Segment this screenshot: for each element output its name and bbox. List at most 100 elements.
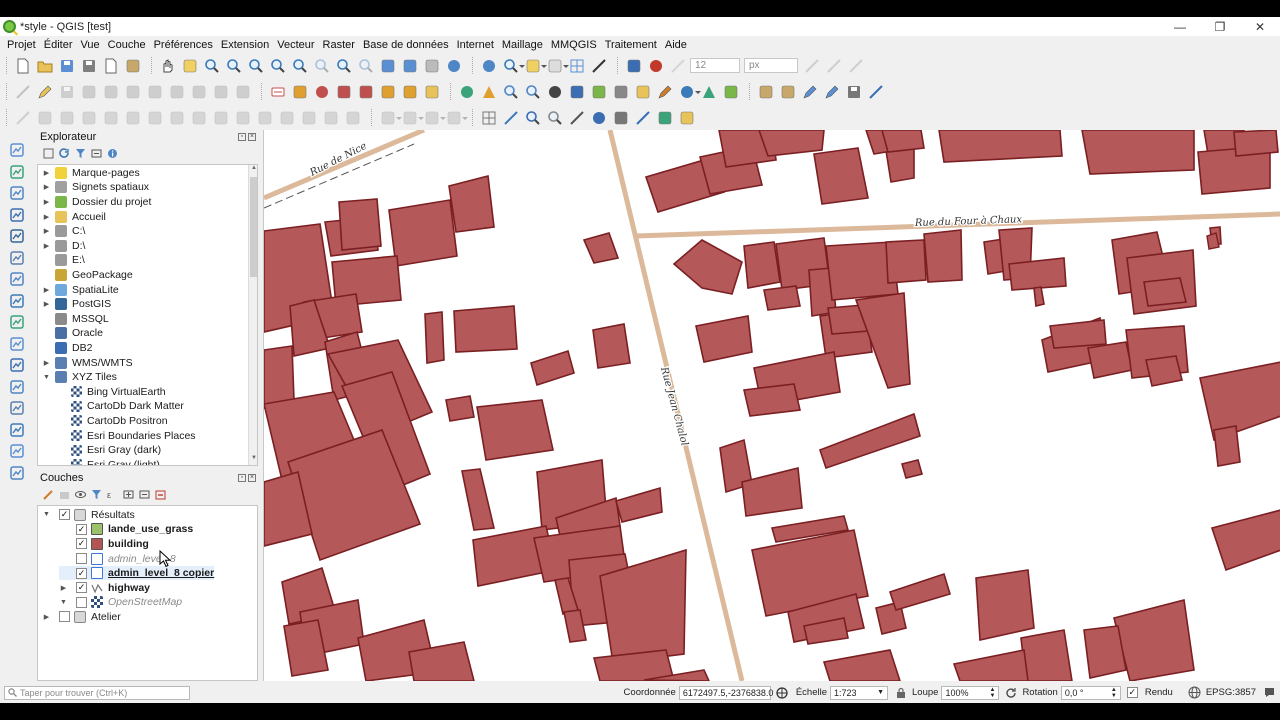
remove-layer-icon[interactable] xyxy=(154,488,167,501)
add-raster-layer-button[interactable] xyxy=(7,162,27,182)
float-panel-icon[interactable]: ▫ xyxy=(238,474,246,482)
self-snap-button[interactable] xyxy=(846,56,866,76)
save-layer-button[interactable] xyxy=(844,82,864,102)
browser-item[interactable]: ▶ D:\ xyxy=(42,239,85,254)
messages-icon[interactable] xyxy=(1263,686,1276,699)
layer-visibility-checkbox[interactable]: ✓ xyxy=(76,582,87,594)
expand-arrow-icon[interactable] xyxy=(42,270,51,279)
open-project-button[interactable] xyxy=(35,56,55,76)
adv-12-button[interactable] xyxy=(255,108,275,128)
paste-button[interactable] xyxy=(189,82,209,102)
db-manager-button[interactable] xyxy=(611,82,631,102)
temporal-button[interactable] xyxy=(422,56,442,76)
shape-3-button[interactable] xyxy=(422,108,446,128)
expand-arrow-icon[interactable] xyxy=(59,569,68,578)
layer-item[interactable]: ✓ building xyxy=(59,537,149,552)
add-vector-layer-button[interactable] xyxy=(7,140,27,160)
adv-8-button[interactable] xyxy=(167,108,187,128)
menu-extension[interactable]: Extension xyxy=(217,39,273,51)
expand-arrow-icon[interactable] xyxy=(58,431,67,440)
zoom-next-button[interactable] xyxy=(356,56,376,76)
menu-vue[interactable]: Vue xyxy=(77,39,104,51)
locator-bar[interactable]: Taper pour trouver (Ctrl+K) xyxy=(4,685,190,700)
expand-arrow-icon[interactable] xyxy=(58,460,67,465)
new-project-button[interactable] xyxy=(13,56,33,76)
style-manager-button[interactable] xyxy=(123,56,143,76)
filter-legend-icon[interactable] xyxy=(90,488,103,501)
vertex-tool-button[interactable] xyxy=(101,82,121,102)
layer-add-db-button[interactable] xyxy=(756,82,776,102)
redo-button[interactable] xyxy=(233,82,253,102)
tools-button[interactable] xyxy=(567,108,587,128)
zoom-out-button[interactable] xyxy=(224,56,244,76)
magnifier-spinbox[interactable]: 100% ▲ ▼ xyxy=(941,685,1000,700)
lock-scale-icon[interactable] xyxy=(896,687,906,699)
layer-visibility-checkbox[interactable] xyxy=(76,553,87,565)
browser-item[interactable]: ▶ Dossier du projet xyxy=(42,195,151,210)
identify-button[interactable] xyxy=(479,56,499,76)
model-button[interactable] xyxy=(677,108,697,128)
cut-button[interactable] xyxy=(145,82,165,102)
collapse-all-icon[interactable] xyxy=(90,147,103,160)
font-unit-select[interactable]: px xyxy=(744,58,798,73)
expand-arrow-icon[interactable]: ▶ xyxy=(42,358,51,367)
plugin-3-button[interactable] xyxy=(721,82,741,102)
expand-arrow-icon[interactable] xyxy=(42,343,51,352)
expand-arrow-icon[interactable]: ▶ xyxy=(42,212,51,221)
filter-expression-icon[interactable]: ε xyxy=(106,488,119,501)
browser-item[interactable]: Oracle xyxy=(42,326,103,341)
adv-13-button[interactable] xyxy=(277,108,297,128)
menu-préférences[interactable]: Préférences xyxy=(150,39,217,51)
layer-visibility-checkbox[interactable]: ✓ xyxy=(76,538,87,550)
add-wms-layer-button[interactable] xyxy=(7,248,27,268)
layer-add-gpkg-button[interactable] xyxy=(778,82,798,102)
gps-button[interactable] xyxy=(501,82,521,102)
save-as-button[interactable] xyxy=(79,56,99,76)
render-checkbox[interactable]: ✓ xyxy=(1126,687,1138,698)
menu-couche[interactable]: Couche xyxy=(104,39,150,51)
browser-scrollbar[interactable]: ▲ ▼ xyxy=(248,165,257,465)
expand-arrow-icon[interactable] xyxy=(42,329,51,338)
expand-arrow-icon[interactable]: ▶ xyxy=(42,168,51,177)
shape-4-button[interactable] xyxy=(444,108,468,128)
layer-item[interactable]: ▶ ✓ highway xyxy=(59,581,150,596)
menu-projet[interactable]: Projet xyxy=(3,39,40,51)
expand-arrow-icon[interactable] xyxy=(59,554,68,563)
expanded-arrow-icon[interactable]: ▼ xyxy=(59,598,68,607)
add-xyz-layer-button[interactable] xyxy=(7,312,27,332)
python-button[interactable] xyxy=(567,82,587,102)
browser-item[interactable]: CartoDb Positron xyxy=(58,414,168,429)
menu-aide[interactable]: Aide xyxy=(661,39,691,51)
browser-item[interactable]: CartoDb Dark Matter xyxy=(58,399,184,414)
add-wfs-layer-button[interactable] xyxy=(7,269,27,289)
add-feature-button[interactable] xyxy=(79,82,99,102)
processing-button[interactable] xyxy=(633,82,653,102)
close-panel-icon[interactable]: × xyxy=(248,474,256,482)
open-table-button[interactable] xyxy=(567,56,587,76)
label-toolbar-button[interactable] xyxy=(422,82,442,102)
layer-visibility-checkbox[interactable]: ✓ xyxy=(76,523,87,535)
expand-arrow-icon[interactable]: ▶ xyxy=(59,583,68,592)
expand-arrow-icon[interactable] xyxy=(42,256,51,265)
digitize-button[interactable] xyxy=(13,82,33,102)
browser-item[interactable]: ▶ SpatiaLite xyxy=(42,282,119,297)
maximize-button[interactable]: ❐ xyxy=(1200,17,1240,36)
map-canvas[interactable]: Rue de Nice Rue du Four à Chaux Rue Jean C… xyxy=(263,130,1280,681)
expand-arrow-icon[interactable]: ▶ xyxy=(42,197,51,206)
adv-6-button[interactable] xyxy=(123,108,143,128)
move-label-button[interactable] xyxy=(356,82,376,102)
expand-arrow-icon[interactable]: ▶ xyxy=(42,612,51,621)
close-panel-icon[interactable]: × xyxy=(248,133,256,141)
scale-select[interactable]: 1:723 ▼ xyxy=(830,685,889,700)
plugin-button[interactable] xyxy=(523,82,543,102)
layer-item[interactable]: ▶ Atelier xyxy=(42,610,121,625)
add-selected-layers-icon[interactable] xyxy=(42,147,55,160)
measure-button[interactable] xyxy=(479,82,499,102)
layer-visibility-checkbox[interactable]: ✓ xyxy=(76,567,87,579)
layer-visibility-checkbox[interactable] xyxy=(76,596,87,608)
search-button[interactable] xyxy=(523,108,543,128)
expand-arrow-icon[interactable] xyxy=(58,387,67,396)
expand-arrow-icon[interactable] xyxy=(59,539,68,548)
add-spatialite-layer-button[interactable] xyxy=(7,205,27,225)
font-size-spinbox[interactable]: 12 xyxy=(690,58,740,73)
